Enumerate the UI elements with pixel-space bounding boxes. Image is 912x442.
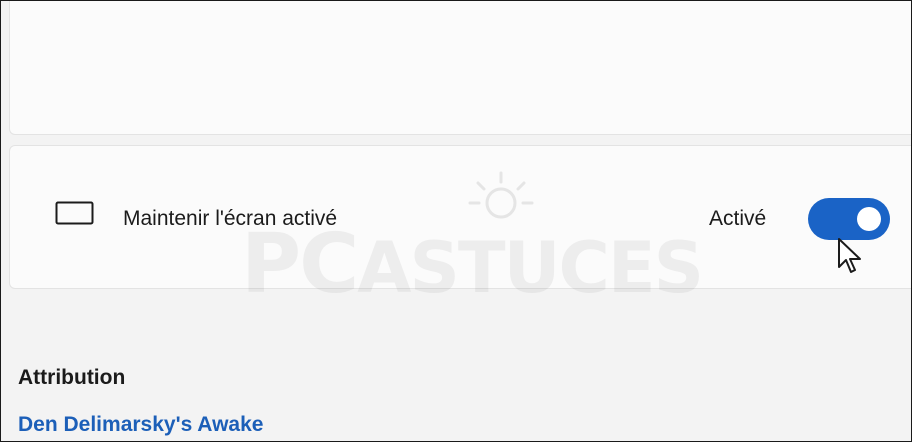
keep-screen-on-label: Maintenir l'écran activé [123,207,338,230]
attribution-heading: Attribution [18,366,126,389]
keep-screen-on-card: Maintenir l'écran activé Activé [9,145,911,289]
toggle-state-label: Activé [709,207,767,230]
settings-window: Maintenir l'écran activé Activé PCASTUCE… [0,0,912,442]
keep-screen-on-toggle[interactable] [808,198,890,240]
toggle-knob [857,207,881,231]
monitor-icon [55,201,95,232]
attribution-link[interactable]: Den Delimarsky's Awake [18,413,263,437]
previous-setting-card [9,1,911,135]
